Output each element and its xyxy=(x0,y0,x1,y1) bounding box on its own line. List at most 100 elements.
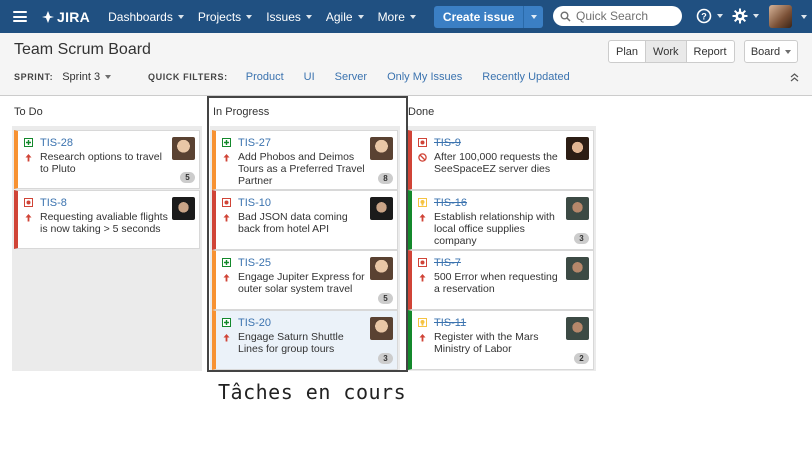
nav-agile[interactable]: Agile xyxy=(326,10,364,24)
issue-summary: Establish relationship with local office… xyxy=(434,211,555,247)
create-issue-dropdown[interactable] xyxy=(523,5,543,28)
in-progress-highlight-frame xyxy=(207,96,408,372)
story-points-badge: 3 xyxy=(574,233,589,244)
nav-label: Dashboards xyxy=(108,9,173,24)
board-menu-label: Board xyxy=(750,45,781,58)
column-todo: TIS-28 Research options to travel to Plut… xyxy=(12,126,202,371)
nav-dashboards[interactable]: Dashboards xyxy=(108,10,184,24)
filter-only-my-issues[interactable]: Only My Issues xyxy=(387,71,462,83)
quick-filters: QUICK FILTERS: Product UI Server Only My… xyxy=(148,71,590,83)
avatar-man-glasses-icon[interactable] xyxy=(566,257,589,280)
issue-card[interactable]: TIS-9 After 100,000 requests the SeeSpace… xyxy=(408,130,594,190)
quick-filters-label: QUICK FILTERS: xyxy=(148,72,228,82)
avatar-man-glasses-icon[interactable] xyxy=(566,317,589,340)
chevron-down-icon xyxy=(246,14,253,19)
issue-key-link[interactable]: TIS-28 xyxy=(40,137,73,149)
issue-card[interactable]: TIS-28 Research options to travel to Plut… xyxy=(14,130,200,189)
issue-card[interactable]: TIS-16 Establish relationship with local … xyxy=(408,190,594,250)
issue-key-link[interactable]: TIS-7 xyxy=(434,257,461,269)
arrow-up-icon xyxy=(419,274,426,282)
board-mode-switcher: Plan Work Report xyxy=(608,40,735,63)
nav-projects[interactable]: Projects xyxy=(197,9,253,24)
jira-logo[interactable]: JIRA xyxy=(41,9,90,25)
nav-label: Agile xyxy=(325,9,353,24)
arrow-up-icon xyxy=(419,214,426,222)
issue-key-link[interactable]: TIS-11 xyxy=(434,317,466,329)
avatar-woman-icon[interactable] xyxy=(566,137,589,160)
create-issue-button[interactable]: Create issue xyxy=(433,5,544,28)
avatar-man-glasses-icon[interactable] xyxy=(566,197,589,220)
issue-summary: 500 Error when requesting a reservation xyxy=(434,271,558,295)
nav-label: Issues xyxy=(266,9,301,24)
mode-work-button[interactable]: Work xyxy=(646,41,687,62)
chevron-down-icon xyxy=(753,14,759,18)
svg-text:?: ? xyxy=(701,12,707,22)
arrow-up-icon xyxy=(419,334,426,342)
chevron-down-icon xyxy=(717,14,723,18)
filter-product[interactable]: Product xyxy=(246,71,284,83)
logo-text: JIRA xyxy=(57,8,91,25)
chevron-down-icon xyxy=(105,75,112,79)
collapse-header-icon[interactable] xyxy=(790,73,799,82)
bug-icon xyxy=(418,258,427,267)
chevron-down-icon[interactable] xyxy=(801,15,807,19)
menu-icon[interactable] xyxy=(13,11,27,22)
mode-report-button[interactable]: Report xyxy=(687,41,734,62)
gear-icon xyxy=(732,8,748,24)
story-points-badge: 5 xyxy=(180,172,195,183)
nav-issues[interactable]: Issues xyxy=(266,10,312,24)
issue-card[interactable]: TIS-8 Requesting avaliable flights is now… xyxy=(14,190,200,249)
user-avatar[interactable] xyxy=(769,5,792,28)
issue-summary: Research options to travel to Pluto xyxy=(40,151,162,175)
sprint-value: Sprint 3 xyxy=(62,71,101,83)
create-issue-label[interactable]: Create issue xyxy=(434,6,523,28)
issue-card[interactable]: TIS-7 500 Error when requesting a reserva… xyxy=(408,250,594,310)
avatar-man-dark-icon[interactable] xyxy=(172,197,195,220)
help-menu[interactable]: ? xyxy=(696,8,723,24)
improvement-icon xyxy=(418,318,427,327)
sprint-label: SPRINT: xyxy=(14,72,54,82)
issue-summary: Register with the Mars Ministry of Labor xyxy=(434,331,539,355)
issue-card[interactable]: TIS-11 Register with the Mars Ministry of… xyxy=(408,310,594,370)
caption: Tâches en cours xyxy=(218,380,407,404)
filter-recently-updated[interactable]: Recently Updated xyxy=(482,71,569,83)
sprint-selector: SPRINT: Sprint 3 xyxy=(14,71,112,83)
arrow-up-icon xyxy=(25,154,32,162)
search-placeholder: Quick Search xyxy=(576,9,649,23)
board-title: Team Scrum Board xyxy=(14,41,151,58)
issue-summary: Requesting avaliable flights is now taki… xyxy=(40,211,168,235)
blocker-priority-icon xyxy=(418,153,427,162)
page: JIRA Dashboards Projects Issues Agile Mo… xyxy=(0,0,812,463)
jira-logo-icon xyxy=(42,10,54,23)
chevron-down-icon xyxy=(530,14,537,19)
improvement-icon xyxy=(418,198,427,207)
chevron-down-icon xyxy=(305,14,312,19)
column-title-todo: To Do xyxy=(14,106,43,118)
search-icon xyxy=(560,11,571,22)
issue-key-link[interactable]: TIS-16 xyxy=(434,197,467,209)
mode-plan-button[interactable]: Plan xyxy=(609,41,647,62)
avatar-man-icon[interactable] xyxy=(172,137,195,160)
filter-ui[interactable]: UI xyxy=(304,71,315,83)
filter-server[interactable]: Server xyxy=(335,71,367,83)
nav-more[interactable]: More xyxy=(378,10,416,24)
chevron-down-icon xyxy=(409,14,416,19)
story-points-badge: 2 xyxy=(574,353,589,364)
issue-summary: After 100,000 requests the SeeSpaceEZ se… xyxy=(434,151,558,175)
settings-menu[interactable] xyxy=(732,8,759,24)
help-icon: ? xyxy=(696,8,712,24)
quick-search-input[interactable]: Quick Search xyxy=(553,6,682,26)
sprint-dropdown[interactable]: Sprint 3 xyxy=(62,71,112,83)
board-menu-button[interactable]: Board xyxy=(744,40,798,63)
new-feature-icon xyxy=(24,138,33,147)
chevron-down-icon xyxy=(357,14,364,19)
column-done: TIS-9 After 100,000 requests the SeeSpace… xyxy=(406,126,596,371)
issue-key-link[interactable]: TIS-9 xyxy=(434,137,461,149)
nav-label: Projects xyxy=(197,9,242,24)
top-navigation-bar: JIRA Dashboards Projects Issues Agile Mo… xyxy=(0,0,812,33)
chevron-down-icon xyxy=(177,14,184,19)
chevron-down-icon xyxy=(785,49,792,54)
issue-key-link[interactable]: TIS-8 xyxy=(40,197,67,209)
bug-icon xyxy=(418,138,427,147)
column-title-done: Done xyxy=(408,106,435,118)
